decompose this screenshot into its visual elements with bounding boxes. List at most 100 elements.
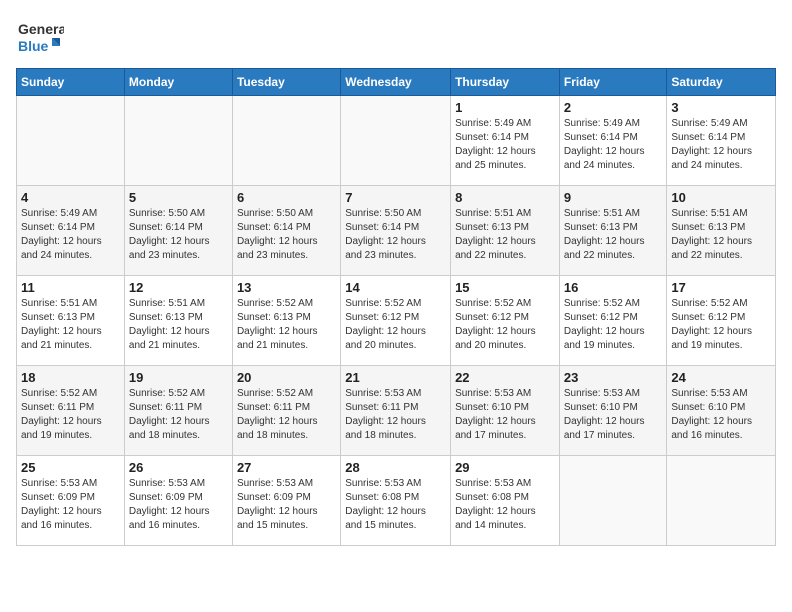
- day-info: Sunrise: 5:52 AM Sunset: 6:11 PM Dayligh…: [21, 387, 120, 443]
- day-number: 5: [129, 190, 228, 205]
- day-number: 3: [671, 100, 771, 115]
- calendar-cell: 4 Sunrise: 5:49 AM Sunset: 6:14 PM Daylig…: [17, 186, 125, 276]
- calendar-week-1: 1 Sunrise: 5:49 AM Sunset: 6:14 PM Daylig…: [17, 96, 776, 186]
- weekday-header-row: SundayMondayTuesdayWednesdayThursdayFrid…: [17, 69, 776, 96]
- calendar-cell: [17, 96, 125, 186]
- day-number: 4: [21, 190, 120, 205]
- day-number: 29: [455, 460, 555, 475]
- day-number: 27: [237, 460, 336, 475]
- day-info: Sunrise: 5:52 AM Sunset: 6:11 PM Dayligh…: [129, 387, 228, 443]
- day-number: 15: [455, 280, 555, 295]
- day-info: Sunrise: 5:50 AM Sunset: 6:14 PM Dayligh…: [237, 207, 336, 263]
- calendar-cell: 16Sunrise: 5:52 AM Sunset: 6:12 PM Dayli…: [559, 276, 667, 366]
- day-number: 22: [455, 370, 555, 385]
- day-info: Sunrise: 5:49 AM Sunset: 6:14 PM Dayligh…: [564, 117, 663, 173]
- calendar-cell: 6 Sunrise: 5:50 AM Sunset: 6:14 PM Daylig…: [232, 186, 340, 276]
- day-number: 11: [21, 280, 120, 295]
- calendar-cell: [341, 96, 451, 186]
- calendar-cell: [559, 456, 667, 546]
- calendar-cell: 27Sunrise: 5:53 AM Sunset: 6:09 PM Dayli…: [232, 456, 340, 546]
- day-info: Sunrise: 5:52 AM Sunset: 6:11 PM Dayligh…: [237, 387, 336, 443]
- calendar-cell: 14 Sunrise: 5:52 AM Sunset: 6:12 PM Dayli…: [341, 276, 451, 366]
- calendar-cell: 28 Sunrise: 5:53 AM Sunset: 6:08 PM Dayli…: [341, 456, 451, 546]
- calendar-cell: 2Sunrise: 5:49 AM Sunset: 6:14 PM Daylig…: [559, 96, 667, 186]
- day-number: 18: [21, 370, 120, 385]
- calendar-cell: 11 Sunrise: 5:51 AM Sunset: 6:13 PM Dayli…: [17, 276, 125, 366]
- calendar-cell: [232, 96, 340, 186]
- day-info: Sunrise: 5:53 AM Sunset: 6:08 PM Dayligh…: [455, 477, 555, 533]
- logo-svg: GeneralBlue: [16, 16, 64, 60]
- day-info: Sunrise: 5:52 AM Sunset: 6:12 PM Dayligh…: [345, 297, 446, 353]
- calendar-week-3: 11 Sunrise: 5:51 AM Sunset: 6:13 PM Dayli…: [17, 276, 776, 366]
- weekday-header-saturday: Saturday: [667, 69, 776, 96]
- svg-text:General: General: [18, 21, 64, 37]
- calendar-cell: 1 Sunrise: 5:49 AM Sunset: 6:14 PM Daylig…: [451, 96, 560, 186]
- day-number: 26: [129, 460, 228, 475]
- day-info: Sunrise: 5:53 AM Sunset: 6:08 PM Dayligh…: [345, 477, 446, 533]
- calendar-cell: 22Sunrise: 5:53 AM Sunset: 6:10 PM Dayli…: [451, 366, 560, 456]
- day-info: Sunrise: 5:49 AM Sunset: 6:14 PM Dayligh…: [455, 117, 555, 173]
- day-info: Sunrise: 5:52 AM Sunset: 6:12 PM Dayligh…: [671, 297, 771, 353]
- day-info: Sunrise: 5:51 AM Sunset: 6:13 PM Dayligh…: [564, 207, 663, 263]
- weekday-header-monday: Monday: [124, 69, 232, 96]
- day-number: 17: [671, 280, 771, 295]
- calendar-cell: 18 Sunrise: 5:52 AM Sunset: 6:11 PM Dayli…: [17, 366, 125, 456]
- logo: GeneralBlue: [16, 16, 64, 60]
- calendar-cell: 7Sunrise: 5:50 AM Sunset: 6:14 PM Daylig…: [341, 186, 451, 276]
- day-info: Sunrise: 5:53 AM Sunset: 6:10 PM Dayligh…: [564, 387, 663, 443]
- day-info: Sunrise: 5:52 AM Sunset: 6:12 PM Dayligh…: [564, 297, 663, 353]
- calendar-table: SundayMondayTuesdayWednesdayThursdayFrid…: [16, 68, 776, 546]
- day-info: Sunrise: 5:51 AM Sunset: 6:13 PM Dayligh…: [455, 207, 555, 263]
- calendar-cell: 25 Sunrise: 5:53 AM Sunset: 6:09 PM Dayli…: [17, 456, 125, 546]
- calendar-cell: 20 Sunrise: 5:52 AM Sunset: 6:11 PM Dayli…: [232, 366, 340, 456]
- calendar-cell: 26Sunrise: 5:53 AM Sunset: 6:09 PM Dayli…: [124, 456, 232, 546]
- calendar-cell: 5 Sunrise: 5:50 AM Sunset: 6:14 PM Daylig…: [124, 186, 232, 276]
- day-number: 7: [345, 190, 446, 205]
- day-number: 8: [455, 190, 555, 205]
- calendar-cell: 12Sunrise: 5:51 AM Sunset: 6:13 PM Dayli…: [124, 276, 232, 366]
- calendar-cell: 10Sunrise: 5:51 AM Sunset: 6:13 PM Dayli…: [667, 186, 776, 276]
- day-info: Sunrise: 5:52 AM Sunset: 6:13 PM Dayligh…: [237, 297, 336, 353]
- day-info: Sunrise: 5:49 AM Sunset: 6:14 PM Dayligh…: [671, 117, 771, 173]
- day-number: 14: [345, 280, 446, 295]
- day-number: 20: [237, 370, 336, 385]
- day-number: 25: [21, 460, 120, 475]
- day-number: 9: [564, 190, 663, 205]
- calendar-cell: 9 Sunrise: 5:51 AM Sunset: 6:13 PM Daylig…: [559, 186, 667, 276]
- day-number: 21: [345, 370, 446, 385]
- day-number: 13: [237, 280, 336, 295]
- day-number: 12: [129, 280, 228, 295]
- day-number: 1: [455, 100, 555, 115]
- weekday-header-tuesday: Tuesday: [232, 69, 340, 96]
- calendar-cell: [667, 456, 776, 546]
- weekday-header-wednesday: Wednesday: [341, 69, 451, 96]
- weekday-header-thursday: Thursday: [451, 69, 560, 96]
- calendar-cell: 24Sunrise: 5:53 AM Sunset: 6:10 PM Dayli…: [667, 366, 776, 456]
- day-number: 28: [345, 460, 446, 475]
- svg-text:Blue: Blue: [18, 38, 49, 54]
- calendar-cell: 8 Sunrise: 5:51 AM Sunset: 6:13 PM Daylig…: [451, 186, 560, 276]
- calendar-week-4: 18 Sunrise: 5:52 AM Sunset: 6:11 PM Dayli…: [17, 366, 776, 456]
- calendar-cell: 19 Sunrise: 5:52 AM Sunset: 6:11 PM Dayli…: [124, 366, 232, 456]
- calendar-cell: 15 Sunrise: 5:52 AM Sunset: 6:12 PM Dayli…: [451, 276, 560, 366]
- day-info: Sunrise: 5:52 AM Sunset: 6:12 PM Dayligh…: [455, 297, 555, 353]
- day-info: Sunrise: 5:51 AM Sunset: 6:13 PM Dayligh…: [671, 207, 771, 263]
- day-info: Sunrise: 5:53 AM Sunset: 6:11 PM Dayligh…: [345, 387, 446, 443]
- calendar-week-2: 4 Sunrise: 5:49 AM Sunset: 6:14 PM Daylig…: [17, 186, 776, 276]
- day-info: Sunrise: 5:49 AM Sunset: 6:14 PM Dayligh…: [21, 207, 120, 263]
- calendar-cell: 3 Sunrise: 5:49 AM Sunset: 6:14 PM Daylig…: [667, 96, 776, 186]
- day-info: Sunrise: 5:53 AM Sunset: 6:09 PM Dayligh…: [21, 477, 120, 533]
- calendar-cell: 23Sunrise: 5:53 AM Sunset: 6:10 PM Dayli…: [559, 366, 667, 456]
- calendar-cell: 29 Sunrise: 5:53 AM Sunset: 6:08 PM Dayli…: [451, 456, 560, 546]
- day-number: 19: [129, 370, 228, 385]
- day-number: 24: [671, 370, 771, 385]
- day-info: Sunrise: 5:51 AM Sunset: 6:13 PM Dayligh…: [21, 297, 120, 353]
- calendar-cell: [124, 96, 232, 186]
- calendar-week-5: 25 Sunrise: 5:53 AM Sunset: 6:09 PM Dayli…: [17, 456, 776, 546]
- day-number: 6: [237, 190, 336, 205]
- weekday-header-sunday: Sunday: [17, 69, 125, 96]
- calendar-cell: 17 Sunrise: 5:52 AM Sunset: 6:12 PM Dayli…: [667, 276, 776, 366]
- calendar-cell: 21 Sunrise: 5:53 AM Sunset: 6:11 PM Dayli…: [341, 366, 451, 456]
- day-info: Sunrise: 5:50 AM Sunset: 6:14 PM Dayligh…: [129, 207, 228, 263]
- calendar-cell: 13 Sunrise: 5:52 AM Sunset: 6:13 PM Dayli…: [232, 276, 340, 366]
